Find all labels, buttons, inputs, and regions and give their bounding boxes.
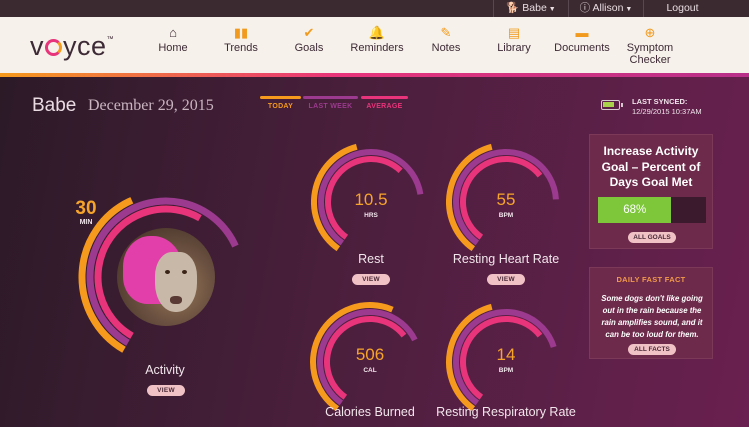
logo-o-icon <box>45 39 62 56</box>
nav-library-label: Library <box>497 42 531 54</box>
legend-average-swatch <box>361 96 408 99</box>
sync-label: LAST SYNCED: <box>632 97 688 106</box>
legend-last-week-label: LAST WEEK <box>308 103 353 110</box>
dog-icon: 🐕 <box>506 2 520 14</box>
logo-text-right: yce <box>63 31 107 61</box>
heart-rate-value: 55 <box>496 190 516 209</box>
nav-reminders[interactable]: 🔔 Reminders <box>347 24 407 54</box>
fact-card-title: DAILY FAST FACT <box>616 275 686 284</box>
legend-today-swatch <box>260 96 301 99</box>
heart-rate-view-button[interactable]: VIEW <box>487 274 525 285</box>
user-icon: ⓘ <box>579 2 591 14</box>
goal-progress-fill: 68% <box>598 197 672 223</box>
logout-link[interactable]: Logout <box>643 0 721 17</box>
chevron-down-icon: ▼ <box>625 6 633 13</box>
pet-photo <box>117 228 215 326</box>
fact-card-text: Some dogs don't like going out in the ra… <box>601 294 703 339</box>
bell-icon: 🔔 <box>368 25 386 40</box>
nav-documents-label: Documents <box>554 42 610 54</box>
bar-chart-icon: ▮▮ <box>233 25 249 40</box>
nav-notes-label: Notes <box>431 42 461 54</box>
dog-nose <box>170 296 182 304</box>
checkmark-icon: ✔ <box>303 25 315 40</box>
goal-title-line-2: Goal – Percent of <box>601 159 701 174</box>
goal-card: Increase Activity Goal – Percent of Days… <box>589 134 713 249</box>
battery-level-fill <box>603 102 615 107</box>
fact-card: DAILY FAST FACT Some dogs don't like goi… <box>589 267 713 359</box>
nav-documents[interactable]: ▬ Documents <box>550 24 614 54</box>
goal-title-line-3: Days Goal Met <box>609 175 693 189</box>
rest-unit: HRS <box>364 212 378 219</box>
pet-selector-label: Babe <box>522 2 547 14</box>
rest-label: Rest <box>358 252 384 266</box>
activity-value: 30 <box>75 198 97 219</box>
nav-library[interactable]: ▤ Library <box>492 24 536 54</box>
rest-value: 10.5 <box>354 190 388 209</box>
nav-trends-label: Trends <box>224 42 258 54</box>
logo-text-left: v <box>30 31 44 61</box>
nav-trends[interactable]: ▮▮ Trends <box>218 24 264 54</box>
all-goals-button[interactable]: ALL GOALS <box>628 232 676 243</box>
nav-home-label: Home <box>158 42 188 54</box>
legend-last-week: LAST WEEK <box>303 96 358 110</box>
account-bar: 🐕 Babe ▼ ⓘ Allison ▼ Logout <box>0 0 749 17</box>
nav-notes[interactable]: ✎ Notes <box>426 24 466 54</box>
calories-unit: CAL <box>363 367 377 374</box>
magnifier-plus-icon: ⊕ <box>644 25 656 40</box>
home-icon: ⌂ <box>169 25 177 40</box>
nav-symptom-checker[interactable]: ⊕ Symptom Checker <box>620 24 680 66</box>
legend-average-label: AVERAGE <box>366 103 403 110</box>
calories-value: 506 <box>355 345 385 364</box>
rest-view-button[interactable]: VIEW <box>352 274 390 285</box>
respiratory-rate-value: 14 <box>496 345 516 364</box>
activity-view-button[interactable]: VIEW <box>147 385 185 396</box>
book-icon: ▤ <box>507 25 521 40</box>
nav-reminders-label: Reminders <box>350 42 404 54</box>
legend-average: AVERAGE <box>361 96 408 110</box>
user-menu[interactable]: ⓘ Allison ▼ <box>568 0 643 17</box>
pencil-icon: ✎ <box>440 25 452 40</box>
voyce-logo[interactable]: v yce™ <box>30 31 114 62</box>
activity-label: Activity <box>145 363 185 377</box>
battery-icon <box>601 100 623 110</box>
calories-label: Calories Burned <box>325 405 415 419</box>
activity-unit: MIN <box>79 219 93 226</box>
pet-selector[interactable]: 🐕 Babe ▼ <box>493 0 568 17</box>
current-date: December 29, 2015 <box>88 97 214 114</box>
legend-today-label: TODAY <box>267 103 294 110</box>
nav-goals[interactable]: ✔ Goals <box>289 24 329 54</box>
dog-face <box>155 252 197 312</box>
goal-card-title: Increase Activity Goal – Percent of Days… <box>590 144 712 191</box>
dog-eye-right <box>182 270 187 274</box>
nav-home[interactable]: ⌂ Home <box>152 24 194 54</box>
sync-time: 12/29/2015 10:37AM <box>632 107 702 116</box>
all-facts-button[interactable]: ALL FACTS <box>628 344 676 355</box>
nav-goals-label: Goals <box>294 42 324 54</box>
respiratory-rate-label: Resting Respiratory Rate <box>436 405 576 419</box>
dog-eye-left <box>165 270 170 274</box>
folder-icon: ▬ <box>575 25 589 40</box>
main-header: v yce™ ⌂ Home ▮▮ Trends ✔ Goals 🔔 Reminde… <box>0 17 749 75</box>
legend-last-week-swatch <box>303 96 358 99</box>
respiratory-rate-unit: BPM <box>498 367 514 374</box>
goal-progress-bar: 68% <box>598 197 706 223</box>
nav-symptom-checker-label: Symptom Checker <box>626 42 674 66</box>
goal-title-line-1: Increase Activity <box>603 144 699 158</box>
heart-rate-unit: BPM <box>498 212 514 219</box>
legend-today: TODAY <box>260 96 301 110</box>
pet-name: Babe <box>32 95 77 116</box>
user-menu-label: Allison <box>592 2 624 14</box>
chevron-down-icon: ▼ <box>548 6 556 13</box>
logo-trademark: ™ <box>106 36 115 43</box>
heart-rate-label: Resting Heart Rate <box>452 252 560 266</box>
